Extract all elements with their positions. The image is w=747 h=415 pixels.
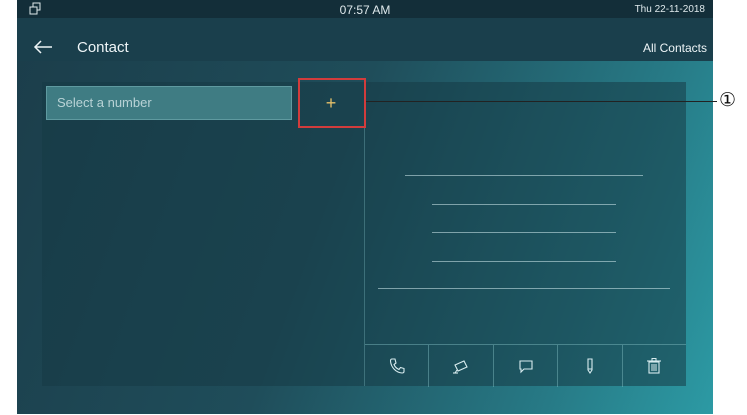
detail-line xyxy=(378,288,670,289)
status-bar: 07:57 AM Thu 22-11-2018 xyxy=(17,0,713,18)
camera-icon xyxy=(453,360,468,374)
delete-button[interactable] xyxy=(621,345,686,387)
back-arrow-icon[interactable] xyxy=(33,40,53,54)
status-time: 07:57 AM xyxy=(339,3,391,17)
annotation-marker: ① xyxy=(719,90,737,111)
annotation-highlight-box xyxy=(298,78,366,128)
detail-line xyxy=(432,204,616,205)
phone-icon xyxy=(389,358,405,374)
device-screen: 07:57 AM Thu 22-11-2018 Contact All Cont… xyxy=(17,0,713,414)
edit-button[interactable] xyxy=(557,345,621,387)
message-icon xyxy=(518,360,533,374)
number-select-input[interactable]: Select a number xyxy=(46,86,292,120)
message-button[interactable] xyxy=(492,345,557,387)
title-bar: Contact All Contacts xyxy=(17,18,713,61)
edit-icon xyxy=(587,358,593,374)
annotation-leader-line xyxy=(366,101,717,102)
detail-line xyxy=(432,261,616,262)
contact-detail-pane xyxy=(365,82,686,386)
contacts-filter-button[interactable]: All Contacts xyxy=(643,41,707,55)
delete-icon xyxy=(647,358,662,374)
monitor-button[interactable] xyxy=(428,345,492,387)
contact-list xyxy=(42,124,364,386)
page-title: Contact xyxy=(77,39,129,56)
action-bar xyxy=(365,344,686,387)
status-date: Thu 22-11-2018 xyxy=(634,4,705,15)
call-button[interactable] xyxy=(365,345,428,387)
detail-line xyxy=(432,232,616,233)
detail-line xyxy=(405,175,643,176)
